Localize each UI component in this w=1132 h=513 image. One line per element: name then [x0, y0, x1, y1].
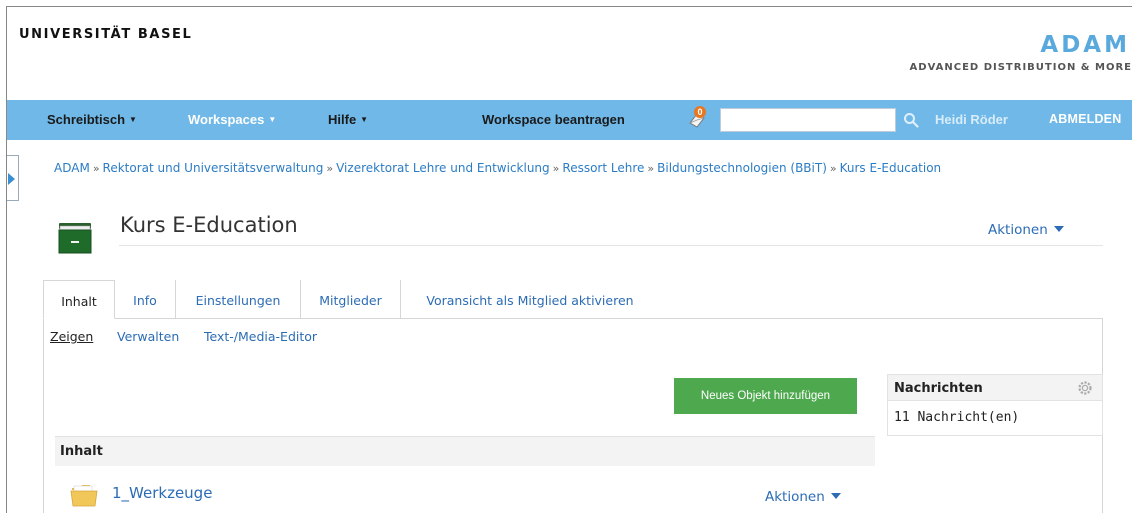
tab-mitglieder[interactable]: Mitglieder — [301, 280, 401, 319]
add-object-button[interactable]: Neues Objekt hinzufügen — [674, 378, 857, 414]
notification-icon[interactable]: 0 — [687, 105, 709, 131]
search-input[interactable] — [720, 108, 896, 132]
breadcrumb: ADAM» Rektorat und Universitätsverwaltung… — [54, 161, 941, 175]
sidebar-toggle[interactable] — [7, 155, 19, 201]
list-item-title[interactable]: 1_Werkzeuge — [112, 484, 212, 502]
chevron-down-icon: ▼ — [268, 115, 277, 124]
folder-icon — [70, 482, 100, 508]
chevron-down-icon: ▼ — [129, 115, 137, 124]
breadcrumb-separator: » — [647, 162, 655, 175]
nav-schreibtisch-label: Schreibtisch — [47, 112, 126, 127]
page-actions-dropdown[interactable]: Aktionen — [988, 222, 1064, 238]
breadcrumb-item[interactable]: Ressort Lehre — [562, 161, 644, 175]
adam-logo: ADAM ADVANCED DISTRIBUTION & MORE — [910, 31, 1132, 75]
item-actions-dropdown[interactable]: Aktionen — [765, 489, 841, 505]
breadcrumb-separator: » — [326, 162, 334, 175]
nav-schreibtisch[interactable]: Schreibtisch ▼ — [47, 112, 137, 127]
breadcrumb-separator: » — [92, 162, 100, 175]
nav-workspaces-label: Workspaces — [188, 112, 265, 127]
user-name[interactable]: Heidi Röder — [935, 112, 1008, 127]
content-list-title: Inhalt — [60, 444, 103, 459]
breadcrumb-item[interactable]: Vizerektorat Lehre und Entwicklung — [336, 161, 550, 175]
messages-header: Nachrichten — [888, 375, 1102, 401]
nav-hilfe-label: Hilfe — [328, 112, 357, 127]
adam-subtitle: ADVANCED DISTRIBUTION & MORE — [909, 62, 1132, 73]
chevron-down-icon: ▼ — [360, 115, 369, 124]
university-logo: UNIVERSITÄT BASEL — [19, 27, 193, 42]
breadcrumb-separator: » — [829, 162, 837, 175]
main-navbar: Schreibtisch ▼ Workspaces ▼ Hilfe ▼ Workspa… — [7, 100, 1132, 140]
item-actions-label: Aktionen — [765, 489, 825, 505]
tab-voransicht[interactable]: Voransicht als Mitglied aktivieren — [401, 280, 659, 319]
course-icon — [57, 221, 97, 255]
messages-count[interactable]: 11 Nachricht(en) — [894, 410, 1019, 425]
logout-button[interactable]: ABMELDEN — [1049, 112, 1121, 126]
breadcrumb-item[interactable]: Rektorat und Universitätsverwaltung — [103, 161, 324, 175]
title-divider — [119, 245, 1103, 246]
tab-inhalt[interactable]: Inhalt — [43, 280, 115, 319]
subtab-zeigen[interactable]: Zeigen — [50, 329, 93, 344]
page-frame: UNIVERSITÄT BASEL ADAM ADVANCED DISTRIBU… — [6, 6, 1132, 513]
breadcrumb-separator: » — [552, 162, 560, 175]
breadcrumb-item[interactable]: Bildungstechnologien (BBiT) — [657, 161, 827, 175]
gear-icon[interactable] — [1077, 380, 1093, 396]
nav-hilfe[interactable]: Hilfe ▼ — [328, 112, 368, 127]
page-title: Kurs E-Education — [120, 213, 298, 237]
breadcrumb-item[interactable]: Kurs E-Education — [840, 161, 942, 175]
chevron-down-icon — [1053, 226, 1064, 232]
breadcrumb-item[interactable]: ADAM — [54, 161, 90, 175]
subtab-verwalten[interactable]: Verwalten — [117, 329, 179, 344]
nav-workspaces[interactable]: Workspaces ▼ — [188, 112, 276, 127]
content-list-header: Inhalt — [55, 436, 875, 466]
page-actions-label: Aktionen — [988, 222, 1048, 238]
messages-panel: Nachrichten 11 Nachricht(en) — [887, 374, 1103, 436]
messages-title: Nachrichten — [894, 381, 983, 396]
notification-count: 0 — [697, 107, 702, 117]
chevron-down-icon — [830, 493, 841, 499]
search-icon[interactable] — [903, 112, 919, 128]
tab-einstellungen[interactable]: Einstellungen — [176, 280, 301, 319]
adam-title: ADAM — [1040, 32, 1130, 58]
tab-info[interactable]: Info — [115, 280, 176, 319]
request-workspace-link[interactable]: Workspace beantragen — [482, 112, 625, 127]
chevron-right-icon — [8, 173, 15, 185]
subtab-text-media-editor[interactable]: Text-/Media-Editor — [204, 329, 317, 344]
